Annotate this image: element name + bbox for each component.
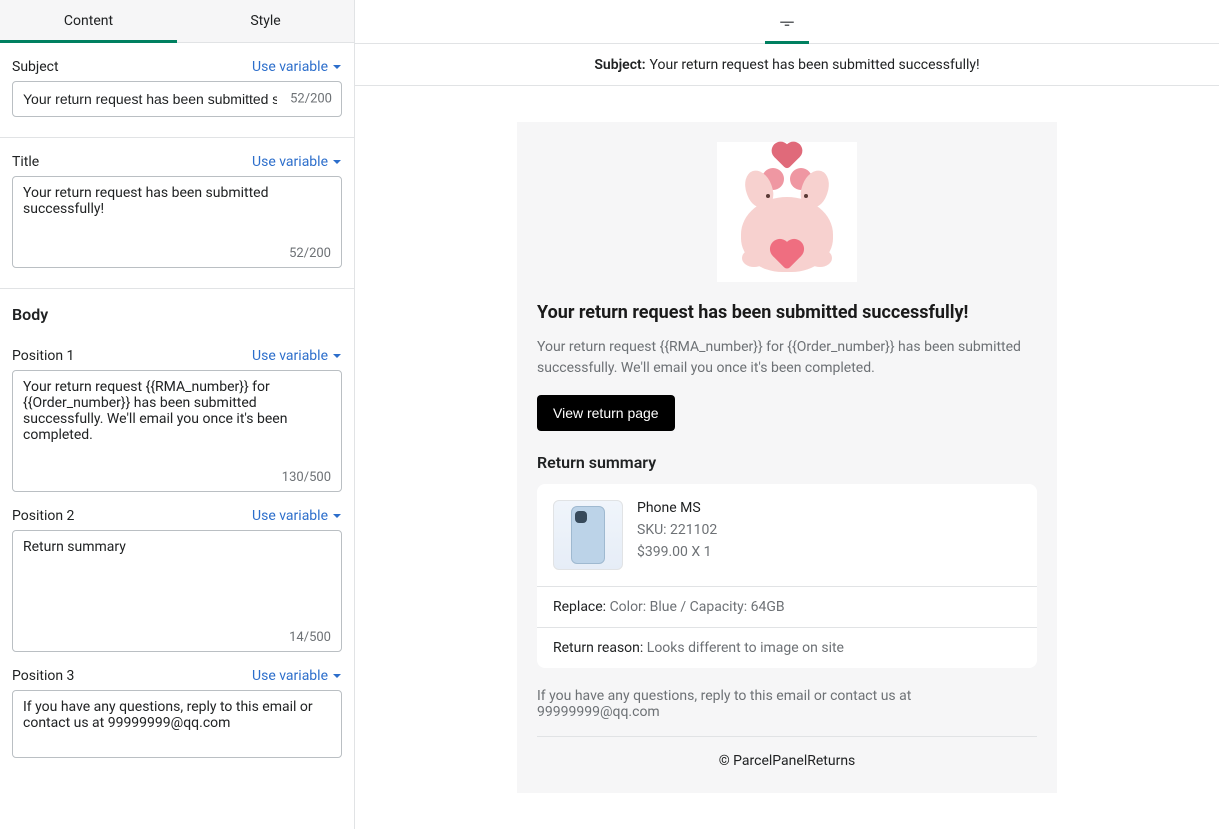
- use-variable-pos3[interactable]: Use variable: [252, 668, 342, 684]
- preview-subject-bar: Subject: Your return request has been su…: [355, 44, 1219, 86]
- position3-block: Position 3 Use variable: [12, 668, 342, 758]
- reason-value: Looks different to image on site: [647, 640, 844, 656]
- email-frame: Your return request has been submitted s…: [517, 122, 1057, 793]
- caret-down-icon: [332, 62, 342, 72]
- product-name: Phone MS: [637, 500, 717, 516]
- desktop-preview-tab[interactable]: [765, 0, 809, 44]
- position3-input[interactable]: [13, 691, 341, 757]
- position3-label: Position 3: [12, 668, 74, 684]
- bunny-illustration: [732, 152, 842, 272]
- use-variable-pos2[interactable]: Use variable: [252, 508, 342, 524]
- view-return-page-button[interactable]: View return page: [537, 395, 675, 431]
- product-sku: SKU: 221102: [637, 522, 717, 538]
- title-label: Title: [12, 154, 39, 170]
- product-price: $399.00 X 1: [637, 544, 717, 560]
- use-variable-label: Use variable: [252, 154, 328, 170]
- position2-input[interactable]: [13, 531, 341, 651]
- body-heading: Body: [12, 305, 342, 324]
- caret-down-icon: [332, 351, 342, 361]
- footer-note: If you have any questions, reply to this…: [537, 688, 1037, 737]
- device-toggle-bar: [355, 0, 1219, 44]
- body-fields: Position 1 Use variable 130/500 Position…: [0, 348, 354, 778]
- tab-content[interactable]: Content: [0, 0, 177, 42]
- replace-value: Color: Blue / Capacity: 64GB: [610, 599, 785, 615]
- replace-row: Replace: Color: Blue / Capacity: 64GB: [537, 586, 1037, 627]
- use-variable-title[interactable]: Use variable: [252, 154, 342, 170]
- preview-subject-label: Subject:: [594, 57, 645, 73]
- copyright: © ParcelPanelReturns: [537, 753, 1037, 769]
- return-summary-card: Phone MS SKU: 221102 $399.00 X 1 Replace…: [537, 484, 1037, 668]
- use-variable-label: Use variable: [252, 668, 328, 684]
- tab-style[interactable]: Style: [177, 0, 354, 42]
- reason-label: Return reason:: [553, 640, 643, 656]
- caret-down-icon: [332, 157, 342, 167]
- product-row: Phone MS SKU: 221102 $399.00 X 1: [537, 484, 1037, 586]
- replace-label: Replace:: [553, 599, 606, 615]
- use-variable-subject[interactable]: Use variable: [252, 59, 342, 75]
- subject-section: Subject Use variable 52/200: [0, 43, 354, 138]
- product-image: [553, 500, 623, 570]
- caret-down-icon: [332, 511, 342, 521]
- position2-block: Position 2 Use variable 14/500: [12, 508, 342, 652]
- use-variable-label: Use variable: [252, 348, 328, 364]
- preview-intro: Your return request {{RMA_number}} for {…: [537, 337, 1037, 379]
- preview-canvas: Your return request has been submitted s…: [355, 86, 1219, 829]
- email-preview-pane: Subject: Your return request has been su…: [355, 0, 1219, 829]
- subject-input[interactable]: [12, 81, 342, 117]
- email-logo: [717, 142, 857, 282]
- caret-down-icon: [332, 671, 342, 681]
- editor-sidebar: Content Style Subject Use variable 52/20…: [0, 0, 355, 829]
- reason-row: Return reason: Looks different to image …: [537, 627, 1037, 668]
- phone-icon: [571, 506, 605, 564]
- position1-block: Position 1 Use variable 130/500: [12, 348, 342, 492]
- desktop-icon: [778, 11, 796, 29]
- preview-subject-text: Your return request has been submitted s…: [650, 57, 980, 73]
- sidebar-tabs: Content Style: [0, 0, 354, 43]
- position1-input[interactable]: [13, 371, 341, 491]
- subject-label: Subject: [12, 59, 59, 75]
- use-variable-pos1[interactable]: Use variable: [252, 348, 342, 364]
- position1-label: Position 1: [12, 348, 74, 364]
- use-variable-label: Use variable: [252, 508, 328, 524]
- preview-title: Your return request has been submitted s…: [537, 302, 1037, 323]
- title-input[interactable]: [13, 177, 341, 267]
- return-summary-heading: Return summary: [537, 453, 1037, 472]
- body-section: Body: [0, 289, 354, 348]
- position2-label: Position 2: [12, 508, 74, 524]
- title-section: Title Use variable 52/200: [0, 138, 354, 289]
- use-variable-label: Use variable: [252, 59, 328, 75]
